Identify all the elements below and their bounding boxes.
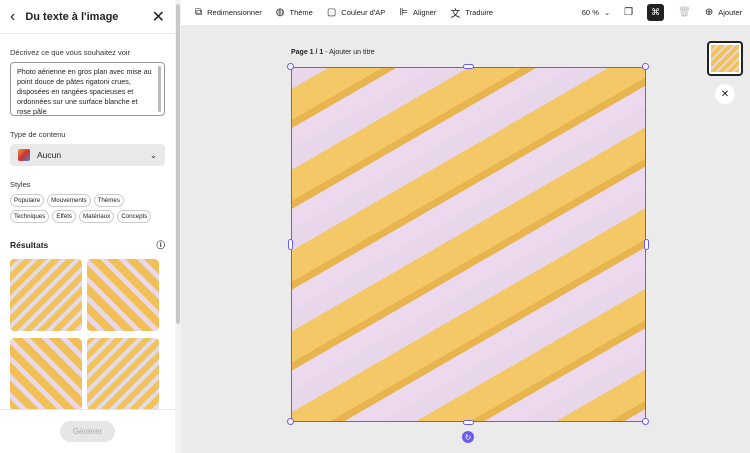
palette-icon: ◍ <box>275 7 285 18</box>
text-to-image-panel: ‹ Du texte à l'image ✕ Décrivez ce que v… <box>0 0 175 453</box>
toolbar: ⧉ Redimensionner ◍ Thème ▢ Couleur d'AP ⊫ Al… <box>181 0 750 25</box>
content-type-dropdown[interactable]: Aucun ⌄ <box>10 144 165 166</box>
layers-icon: ⌘ <box>651 7 661 17</box>
resize-handle[interactable] <box>287 418 294 425</box>
resize-handle[interactable] <box>288 239 293 250</box>
resize-label: Redimensionner <box>207 8 262 17</box>
add-button[interactable]: ⊕ Ajouter <box>705 7 742 18</box>
theme-label: Thème <box>289 8 313 17</box>
info-icon[interactable]: ⓘ <box>156 239 165 251</box>
result-thumbnail[interactable] <box>87 259 159 331</box>
zoom-dropdown[interactable]: 60 % ⌄ <box>582 8 610 17</box>
zoom-value: 60 % <box>581 8 599 17</box>
align-icon: ⊫ <box>399 7 408 18</box>
rotate-icon[interactable]: ↻ <box>462 431 474 443</box>
delete-button[interactable]: 🗑 <box>678 7 691 18</box>
results-header: Résultats ⓘ <box>10 239 165 251</box>
scrollbar-thumb[interactable] <box>176 4 180 324</box>
style-chip[interactable]: Thèmes <box>93 194 124 207</box>
resize-handle[interactable] <box>644 239 649 250</box>
resize-handle[interactable] <box>463 420 474 425</box>
translate-label: Traduire <box>465 8 493 17</box>
style-chip[interactable]: Effets <box>52 210 77 223</box>
result-thumbnail[interactable] <box>10 259 82 331</box>
style-chip[interactable]: Mouvements <box>47 194 91 207</box>
back-icon[interactable]: ‹ <box>10 8 15 26</box>
prompt-scrollbar[interactable] <box>158 66 161 112</box>
style-chip[interactable]: Concepts <box>117 210 152 223</box>
resize-button[interactable]: ⧉ Redimensionner <box>195 7 262 18</box>
panel-footer: Générer <box>0 409 175 453</box>
results-label: Résultats <box>10 240 49 250</box>
align-button[interactable]: ⊫ Aligner <box>399 7 436 18</box>
resize-handle[interactable] <box>642 418 649 425</box>
resize-handle[interactable] <box>463 64 474 69</box>
plus-circle-icon: ⊕ <box>704 7 714 18</box>
result-thumbnail[interactable] <box>10 338 82 410</box>
add-label: Ajouter <box>718 8 742 17</box>
styles-label: Styles <box>10 180 31 189</box>
resize-handle[interactable] <box>287 63 294 70</box>
chevron-down-icon: ⌄ <box>149 149 157 160</box>
page-thumbnail[interactable] <box>707 41 743 76</box>
translate-button[interactable]: 文 Traduire <box>450 5 493 20</box>
translate-icon: 文 <box>450 9 461 20</box>
square-icon: ▢ <box>326 7 337 18</box>
prompt-text: Photo aérienne en gros plan avec mise au… <box>17 67 152 116</box>
page-title[interactable]: Page 1 / 1 - Ajouter un titre <box>291 49 375 56</box>
pages-icon: ❐ <box>624 7 634 18</box>
pages-button[interactable]: ❐ <box>624 7 633 18</box>
style-chip[interactable]: Matériaux <box>79 210 115 223</box>
prompt-label: Décrivez ce que vous souhaitez voir <box>10 48 131 57</box>
panel-scrollbar[interactable] <box>175 0 181 453</box>
content-type-icon <box>18 149 30 161</box>
align-label: Aligner <box>412 8 437 17</box>
generate-button[interactable]: Générer <box>59 421 116 442</box>
resize-icon: ⧉ <box>195 7 203 18</box>
close-icon[interactable]: ✕ <box>715 84 735 104</box>
content-type-value: Aucun <box>37 150 62 160</box>
style-chip[interactable]: Populaire <box>10 194 45 207</box>
result-thumbnail[interactable] <box>87 338 159 410</box>
results-grid <box>10 259 165 410</box>
prompt-input[interactable]: Photo aérienne en gros plan avec mise au… <box>10 62 165 116</box>
page-number: Page 1 / 1 <box>291 49 324 56</box>
canvas-image[interactable] <box>291 67 646 422</box>
panel-title: Du texte à l'image <box>25 10 119 23</box>
style-chips: Populaire Mouvements Thèmes Techniques E… <box>10 194 165 223</box>
theme-button[interactable]: ◍ Thème <box>276 7 313 18</box>
color-label: Couleur d'AP <box>341 8 386 17</box>
add-title-link[interactable]: - Ajouter un titre <box>323 49 374 56</box>
chevron-down-icon: ⌄ <box>603 8 611 17</box>
close-icon[interactable]: ✕ <box>152 7 165 27</box>
layers-button[interactable]: ⌘ <box>647 4 665 21</box>
style-chip[interactable]: Techniques <box>10 210 50 223</box>
color-button[interactable]: ▢ Couleur d'AP <box>327 7 385 18</box>
content-type-label: Type de contenu <box>10 130 66 139</box>
trash-icon: 🗑 <box>678 7 691 18</box>
resize-handle[interactable] <box>642 63 649 70</box>
panel-header: ‹ Du texte à l'image ✕ <box>0 0 175 34</box>
